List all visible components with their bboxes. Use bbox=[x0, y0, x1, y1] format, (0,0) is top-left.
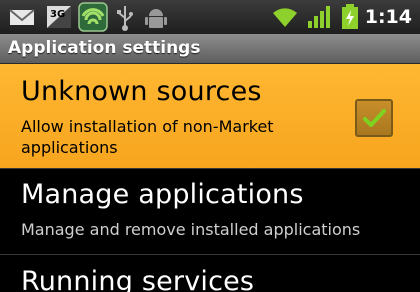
setting-summary: Manage and remove installed applications bbox=[21, 220, 361, 239]
wifi-icon bbox=[273, 8, 297, 27]
battery-charging-icon bbox=[342, 4, 358, 29]
gmail-icon bbox=[9, 9, 35, 25]
signal-app-icon bbox=[78, 2, 108, 32]
clock: 1:14 bbox=[364, 6, 412, 28]
checkmark-icon bbox=[363, 109, 386, 127]
setting-title: Manage applications bbox=[21, 179, 304, 210]
setting-unknown-sources[interactable]: Unknown sources Allow installation of no… bbox=[0, 64, 420, 168]
setting-title: Unknown sources bbox=[21, 76, 262, 107]
page-title: Application settings bbox=[8, 38, 201, 58]
setting-manage-applications[interactable]: Manage applications Manage and remove in… bbox=[0, 169, 420, 254]
unknown-sources-checkbox[interactable] bbox=[355, 99, 393, 137]
svg-text:3G: 3G bbox=[50, 9, 65, 20]
status-bar: 3G 1:14 bbox=[0, 0, 420, 34]
setting-running-services[interactable]: Running services bbox=[0, 255, 420, 292]
usb-icon bbox=[117, 6, 133, 31]
setting-summary: Allow installation of non-Market applica… bbox=[21, 117, 274, 157]
cell-signal-icon bbox=[308, 6, 330, 28]
3g-icon: 3G bbox=[47, 6, 71, 28]
setting-title: Running services bbox=[21, 266, 255, 292]
title-bar: Application settings bbox=[0, 34, 420, 64]
android-debug-icon bbox=[145, 9, 167, 28]
